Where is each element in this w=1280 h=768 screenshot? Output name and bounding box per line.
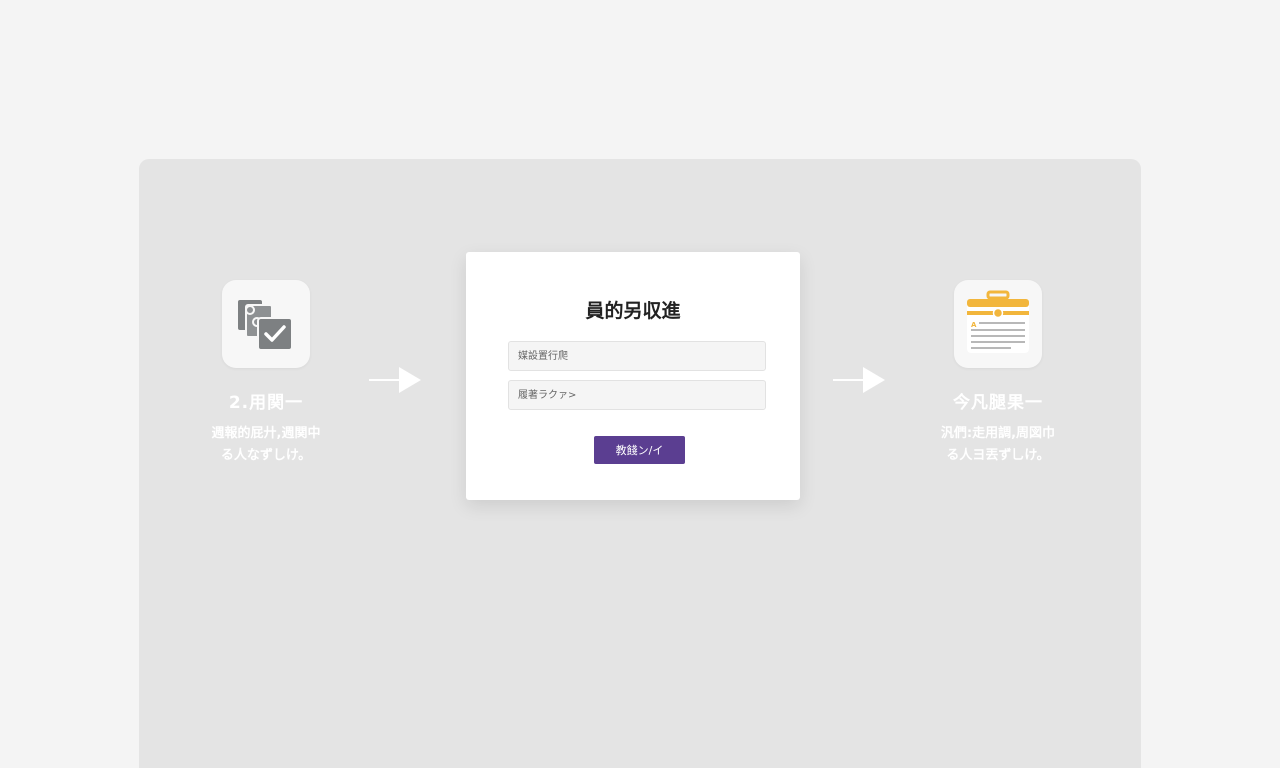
page: 2.用関一 週報的屁廾,週関中 る人なずしけ。 員的另収進 教餞ン/イ bbox=[0, 0, 1280, 768]
form-card: 員的另収進 教餞ン/イ bbox=[466, 252, 800, 500]
form-field-2[interactable] bbox=[508, 380, 766, 410]
step-right-desc-line-1: 汎們:走用調,周図巾 bbox=[940, 426, 1056, 441]
step-left: 2.用関一 週報的屁廾,週関中 る人なずしけ。 bbox=[190, 280, 342, 467]
step-left-desc-line-2: る人なずしけ。 bbox=[220, 448, 312, 463]
checklist-documents-icon bbox=[222, 280, 310, 368]
form-field-1[interactable] bbox=[508, 341, 766, 371]
toolbox-document-icon: A bbox=[954, 280, 1042, 368]
submit-button[interactable]: 教餞ン/イ bbox=[594, 436, 685, 464]
step-right-description: 汎們:走用調,周図巾 る人ヨ丟ず乚け。 bbox=[922, 423, 1074, 467]
step-right-title: 今凡腿果一 bbox=[953, 393, 1043, 413]
step-left-description: 週報的屁廾,週関中 る人なずしけ。 bbox=[190, 423, 342, 467]
step-right: A 今凡腿果一 汎們:走用調,周図巾 る人ヨ丟ず乚け。 bbox=[922, 280, 1074, 467]
arrow-right-icon bbox=[833, 367, 885, 393]
arrow-right-icon bbox=[369, 367, 421, 393]
step-left-desc-line-1: 週報的屁廾,週関中 bbox=[211, 426, 321, 441]
form-title: 員的另収進 bbox=[585, 300, 681, 322]
step-left-title: 2.用関一 bbox=[228, 393, 304, 413]
svg-text:A: A bbox=[971, 321, 977, 329]
step-right-desc-line-2: る人ヨ丟ず乚け。 bbox=[946, 448, 1050, 463]
